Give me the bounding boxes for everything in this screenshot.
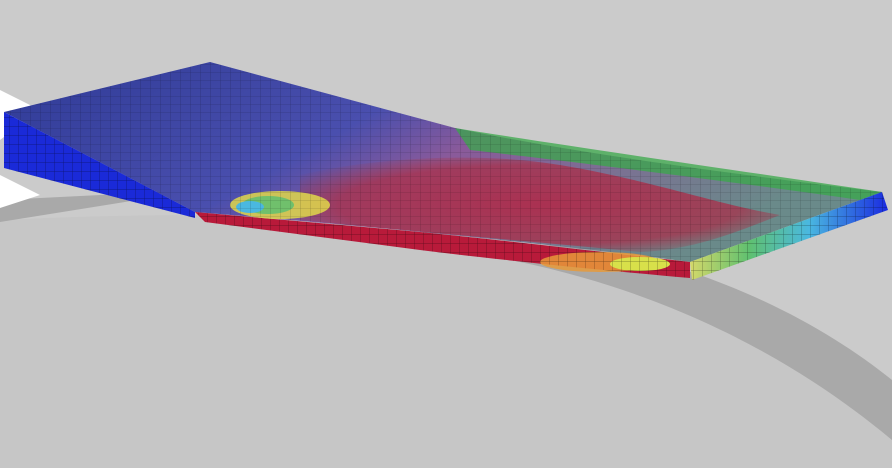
fea-viewport [0, 0, 892, 468]
fea-render-canvas [0, 62, 892, 468]
